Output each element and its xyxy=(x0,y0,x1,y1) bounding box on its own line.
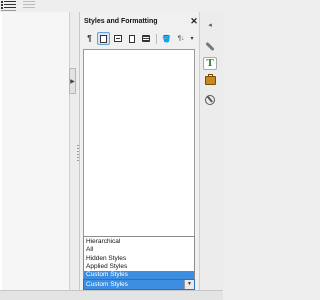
deck-title: Styles and Formatting xyxy=(84,18,158,25)
frame-styles-button[interactable] xyxy=(111,32,124,45)
paragraph-styles-icon: ¶ xyxy=(87,33,92,43)
navigator-icon xyxy=(205,94,215,105)
gallery-icon xyxy=(204,74,216,85)
fill-format-button[interactable]: 🪣 xyxy=(160,32,173,45)
character-styles-button[interactable] xyxy=(97,32,110,45)
new-style-button[interactable]: ¶↓ xyxy=(174,32,188,45)
frame-styles-icon xyxy=(113,35,122,42)
tab-properties[interactable] xyxy=(203,40,217,53)
bulleted-list-icon[interactable] xyxy=(1,0,16,11)
filter-select-value: Custom Styles xyxy=(86,281,128,288)
fill-format-icon: 🪣 xyxy=(162,35,171,43)
list-styles-icon xyxy=(141,35,150,42)
filter-option-hidden[interactable]: Hidden Styles xyxy=(84,255,194,263)
list-styles-button[interactable] xyxy=(139,32,152,45)
tab-gallery[interactable] xyxy=(203,74,217,87)
sidebar-menu-button[interactable]: ◂ xyxy=(203,18,217,31)
wrench-icon xyxy=(205,41,215,52)
numbered-list-icon[interactable] xyxy=(23,0,35,10)
style-list[interactable] xyxy=(83,49,195,237)
style-family-toolbar: ¶ 🪣 ¶↓ ▾ xyxy=(83,32,198,47)
toolbar-separator xyxy=(156,34,157,44)
sidebar-menu-icon: ◂ xyxy=(208,21,212,29)
page-styles-icon xyxy=(128,34,135,43)
status-bar xyxy=(0,290,223,300)
chevron-down-icon: ▾ xyxy=(190,36,194,42)
filter-option-hierarchical[interactable]: Hierarchical xyxy=(84,238,194,246)
document-area[interactable] xyxy=(0,12,70,290)
more-options-button[interactable]: ▾ xyxy=(188,32,196,45)
sidebar-tab-bar xyxy=(199,12,223,290)
page-styles-button[interactable] xyxy=(125,32,138,45)
tab-navigator[interactable] xyxy=(203,93,217,106)
sidebar-collapse-handle[interactable]: ▶ xyxy=(69,68,76,94)
character-styles-icon xyxy=(100,34,107,43)
filter-option-applied[interactable]: Applied Styles xyxy=(84,263,194,271)
dropdown-arrow-icon[interactable]: ▼ xyxy=(184,280,194,289)
filter-select[interactable]: Custom Styles ▼ xyxy=(83,279,195,290)
document-page-edge xyxy=(0,12,2,290)
filter-dropdown-list[interactable]: Hierarchical All Hidden Styles Applied S… xyxy=(83,236,195,280)
paragraph-styles-button[interactable]: ¶ xyxy=(83,32,96,45)
new-style-icon: ¶↓ xyxy=(177,35,185,42)
close-icon[interactable]: ✕ xyxy=(190,16,198,26)
filter-option-all[interactable]: All xyxy=(84,246,194,254)
tab-styles[interactable]: T xyxy=(203,57,217,70)
styles-t-icon: T xyxy=(206,57,214,69)
chevron-right-icon: ▶ xyxy=(70,78,75,85)
